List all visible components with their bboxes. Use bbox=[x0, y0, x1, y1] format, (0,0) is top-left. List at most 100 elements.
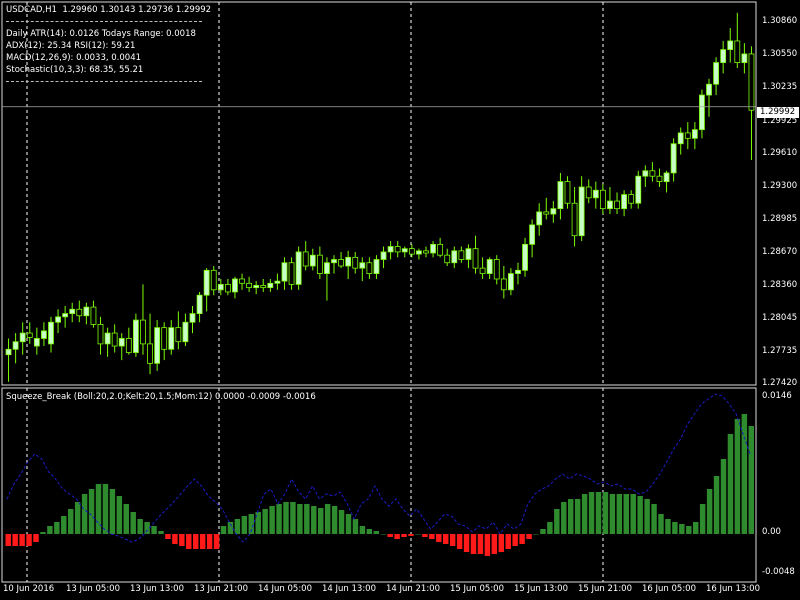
indicator-label: Squeeze_Break (Boll:20,2.0;Kelt:20,1.5;M… bbox=[6, 392, 316, 402]
candle-body bbox=[161, 327, 168, 350]
momentum-bar bbox=[311, 506, 317, 534]
candle-body bbox=[387, 246, 394, 253]
symbol-header: USDCAD,H1 1.29960 1.30143 1.29736 1.2999… bbox=[6, 5, 212, 15]
momentum-bar bbox=[644, 499, 650, 534]
candle-body bbox=[522, 243, 528, 271]
momentum-bar bbox=[33, 534, 39, 542]
momentum-bar bbox=[727, 434, 734, 534]
price-axis-label: 1.28045 bbox=[762, 313, 798, 323]
candle-body bbox=[592, 189, 599, 199]
time-axis-label: 16 Jun 13:00 bbox=[706, 584, 760, 594]
candle-body bbox=[416, 250, 422, 255]
chart-canvas[interactable] bbox=[0, 0, 800, 600]
candle-body bbox=[55, 316, 61, 323]
candle-body bbox=[727, 40, 734, 51]
price-axis-label: 1.29300 bbox=[762, 181, 798, 191]
candle-body bbox=[69, 308, 76, 314]
momentum-bar bbox=[394, 534, 400, 539]
momentum-bar bbox=[193, 534, 199, 549]
price-axis-label: 1.30550 bbox=[762, 49, 798, 59]
candle-body bbox=[479, 267, 486, 274]
atr-line: Daily ATR(14): 0.0126 Todays Range: 0.00… bbox=[6, 29, 196, 39]
momentum-bar bbox=[686, 526, 692, 534]
candle-body bbox=[267, 282, 274, 289]
candle-body bbox=[76, 308, 83, 317]
momentum-bar bbox=[609, 494, 616, 534]
candle-body bbox=[345, 256, 352, 267]
momentum-bar bbox=[290, 502, 296, 534]
candle-body bbox=[253, 285, 260, 289]
candle-body bbox=[621, 194, 628, 210]
candle-body bbox=[62, 313, 69, 318]
candle-body bbox=[33, 338, 40, 347]
candle-body bbox=[26, 332, 33, 338]
candle-body bbox=[111, 332, 118, 347]
momentum-bar bbox=[581, 494, 588, 534]
momentum-bar bbox=[61, 516, 67, 534]
candle-body bbox=[628, 194, 635, 204]
price-axis-label: 1.28360 bbox=[762, 280, 798, 290]
candle-body bbox=[543, 211, 550, 215]
candle-body bbox=[373, 259, 380, 274]
momentum-bar bbox=[429, 534, 435, 539]
momentum-bar bbox=[123, 504, 129, 534]
candle-body bbox=[444, 254, 451, 264]
candle-body bbox=[239, 278, 245, 284]
candle-body bbox=[599, 189, 606, 210]
candle-body bbox=[359, 262, 366, 269]
momentum-bar bbox=[172, 534, 178, 544]
candle-body bbox=[642, 170, 649, 177]
momentum-bar bbox=[5, 534, 11, 546]
momentum-bar bbox=[262, 509, 268, 534]
momentum-bar bbox=[387, 534, 393, 537]
candle-body bbox=[97, 324, 104, 345]
momentum-bar bbox=[679, 524, 685, 534]
candle-body bbox=[366, 262, 373, 274]
momentum-bar bbox=[637, 496, 643, 534]
candle-body bbox=[741, 53, 748, 63]
price-axis-label: 1.28985 bbox=[762, 214, 798, 224]
candle-body bbox=[734, 40, 741, 63]
momentum-bar bbox=[81, 494, 88, 534]
candle-body bbox=[656, 175, 663, 182]
momentum-bar bbox=[359, 526, 366, 534]
indicator-panel-frame bbox=[1, 387, 757, 583]
momentum-bar bbox=[220, 526, 227, 534]
time-axis-label: 15 Jun 21:00 bbox=[578, 584, 632, 594]
candle-body bbox=[529, 224, 536, 245]
candle-body bbox=[316, 254, 323, 274]
momentum-bar bbox=[519, 534, 525, 544]
current-price-marker: 1.29992 bbox=[757, 107, 799, 118]
momentum-bar bbox=[512, 534, 518, 546]
momentum-bar bbox=[449, 534, 456, 546]
candle-body bbox=[175, 327, 182, 343]
candle-body bbox=[507, 273, 514, 291]
price-axis-label: 1.29610 bbox=[762, 148, 798, 158]
candle-body bbox=[210, 269, 217, 291]
momentum-bar bbox=[616, 494, 623, 534]
momentum-bar bbox=[95, 484, 102, 534]
momentum-bar bbox=[533, 534, 539, 535]
momentum-bar bbox=[19, 534, 25, 546]
candle-body bbox=[670, 143, 677, 174]
candle-body bbox=[515, 269, 521, 274]
time-axis-label: 14 Jun 05:00 bbox=[258, 584, 312, 594]
momentum-bar bbox=[137, 519, 143, 534]
momentum-bar bbox=[352, 519, 359, 534]
momentum-bar bbox=[484, 534, 491, 556]
candle-body bbox=[465, 248, 472, 260]
momentum-bar bbox=[116, 496, 123, 534]
momentum-bar bbox=[658, 514, 664, 534]
candle-body bbox=[684, 132, 691, 139]
price-axis-label: 1.27735 bbox=[762, 346, 798, 356]
candle-body bbox=[125, 338, 132, 353]
mt4-chart-window[interactable]: USDCAD,H1 1.29960 1.30143 1.29736 1.2999… bbox=[0, 0, 800, 600]
candle-body bbox=[748, 53, 755, 111]
momentum-bar bbox=[186, 534, 192, 549]
momentum-bar bbox=[26, 534, 32, 546]
candle-body bbox=[691, 129, 698, 139]
momentum-bar bbox=[366, 529, 373, 534]
momentum-bar bbox=[505, 534, 511, 549]
candle-body bbox=[118, 338, 125, 347]
momentum-bar bbox=[297, 504, 303, 534]
